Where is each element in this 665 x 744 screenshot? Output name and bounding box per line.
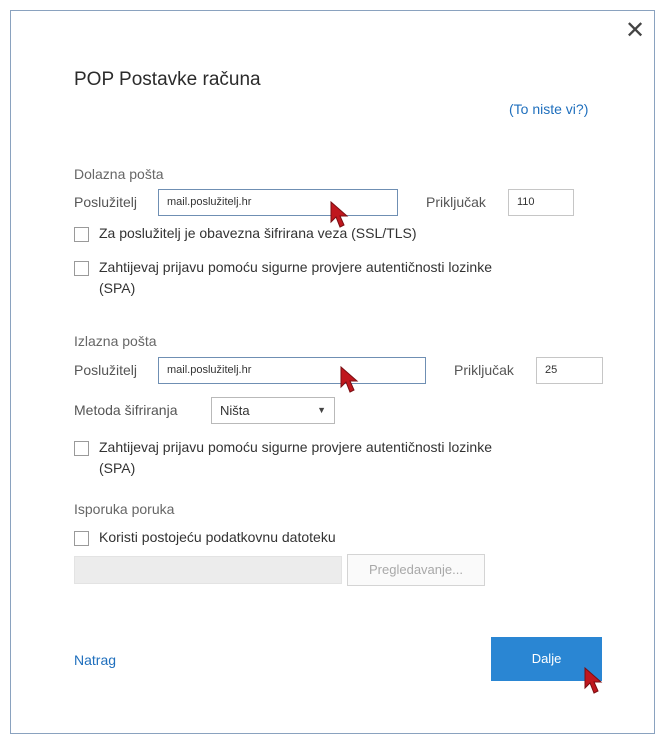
close-icon[interactable]: ✕ xyxy=(623,19,647,43)
incoming-spa-label-line1: Zahtijevaj prijavu pomoću sigurne provje… xyxy=(99,259,492,275)
dialog-title: POP Postavke računa xyxy=(74,69,261,90)
outgoing-server-input[interactable]: mail.poslužitelj.hr xyxy=(158,357,426,384)
mouse-pointer-icon xyxy=(340,366,359,393)
existing-data-file-label: Koristi postojeću podatkovnu datoteku xyxy=(99,529,336,545)
encryption-method-value: Ništa xyxy=(220,403,250,418)
incoming-ssl-label: Za poslužitelj je obavezna šifrirana vez… xyxy=(99,225,417,241)
incoming-ssl-checkbox[interactable] xyxy=(74,227,89,242)
mouse-pointer-icon xyxy=(584,667,603,694)
incoming-port-input[interactable]: 110 xyxy=(508,189,574,216)
outgoing-server-label: Poslužitelj xyxy=(74,362,138,378)
existing-data-file-checkbox[interactable] xyxy=(74,531,89,546)
incoming-spa-label: Zahtijevaj prijavu pomoću sigurne provje… xyxy=(99,257,619,299)
incoming-mail-section-label: Dolazna pošta xyxy=(74,166,164,182)
encryption-method-label: Metoda šifriranja xyxy=(74,402,178,418)
mouse-pointer-icon xyxy=(330,201,349,228)
not-you-link[interactable]: (To niste vi?) xyxy=(509,101,588,117)
outgoing-spa-label-line2: (SPA) xyxy=(99,460,136,476)
browse-button: Pregledavanje... xyxy=(347,554,485,586)
encryption-method-select[interactable]: Ništa ▼ xyxy=(211,397,335,424)
outgoing-spa-label: Zahtijevaj prijavu pomoću sigurne provje… xyxy=(99,437,619,479)
data-file-path-field xyxy=(74,556,342,584)
incoming-server-input[interactable]: mail.poslužitelj.hr xyxy=(158,189,398,216)
dropdown-caret-icon: ▼ xyxy=(317,405,326,415)
pop-account-settings-dialog: ✕ POP Postavke računa (To niste vi?) Dol… xyxy=(10,10,655,734)
outgoing-port-input[interactable]: 25 xyxy=(536,357,603,384)
back-link[interactable]: Natrag xyxy=(74,652,116,668)
incoming-port-label: Priključak xyxy=(426,194,486,210)
incoming-spa-checkbox[interactable] xyxy=(74,261,89,276)
message-delivery-section-label: Isporuka poruka xyxy=(74,501,175,517)
incoming-spa-label-line2: (SPA) xyxy=(99,280,136,296)
outgoing-port-label: Priključak xyxy=(454,362,514,378)
outgoing-spa-checkbox[interactable] xyxy=(74,441,89,456)
outgoing-mail-section-label: Izlazna pošta xyxy=(74,333,157,349)
outgoing-spa-label-line1: Zahtijevaj prijavu pomoću sigurne provje… xyxy=(99,439,492,455)
incoming-server-label: Poslužitelj xyxy=(74,194,138,210)
